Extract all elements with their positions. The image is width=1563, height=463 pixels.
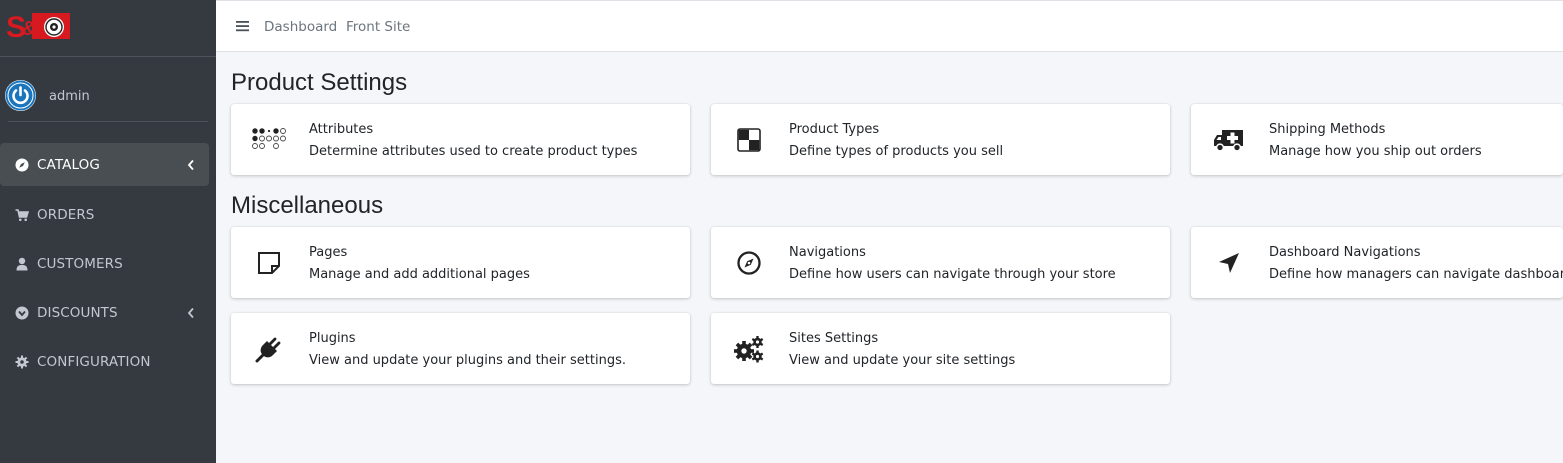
sticky-note-icon (251, 249, 287, 277)
location-arrow-icon (1211, 249, 1247, 277)
user-name[interactable]: admin (49, 89, 90, 104)
card-attributes[interactable]: Attributes Determine attributes used to … (231, 104, 690, 175)
user-icon (16, 257, 28, 270)
card-pages[interactable]: Pages Manage and add additional pages (231, 227, 690, 298)
plug-icon (251, 335, 287, 363)
compass-icon (15, 158, 29, 171)
card-plugins[interactable]: Plugins View and update your plugins and… (231, 313, 690, 384)
sidebar-item-label: DISCOUNTS (37, 304, 118, 321)
compass-outline-icon (731, 249, 767, 277)
sidebar-item-discounts[interactable]: DISCOUNTS (0, 288, 209, 337)
brand: S & (0, 0, 216, 57)
card-title: Sites Settings (789, 331, 879, 346)
card-description: Manage how you ship out orders (1269, 144, 1482, 159)
user-panel: admin (0, 58, 216, 122)
sidebar-item-catalog[interactable]: CATALOG (0, 143, 209, 186)
sidebar-item-label: CONFIGURATION (37, 353, 151, 370)
hamburger-menu-icon[interactable] (236, 19, 250, 33)
brand-logo[interactable]: S & (6, 8, 72, 44)
card-title: Dashboard Navigations (1269, 245, 1421, 260)
dots-grid-icon (251, 126, 287, 154)
card-title: Navigations (789, 245, 866, 260)
card-description: Define how users can navigate through yo… (789, 267, 1116, 282)
sidebar-nav: CATALOG ORDERS CUSTOMERS DISCOUNTS CONFI… (0, 141, 216, 386)
card-shipping-methods[interactable]: Shipping Methods Manage how you ship out… (1191, 104, 1563, 175)
chevron-left-icon (187, 159, 194, 170)
sidebar-item-customers[interactable]: CUSTOMERS (0, 239, 209, 288)
card-title: Product Types (789, 122, 880, 137)
section-title-product-settings: Product Settings (231, 69, 408, 96)
gear-icon (15, 355, 29, 368)
sidebar: S & admin CATALOG ORDERS CUSTOMERS DISCO… (0, 0, 216, 463)
card-title: Plugins (309, 331, 356, 346)
card-description: Define types of products you sell (789, 144, 1004, 159)
card-title: Attributes (309, 122, 374, 137)
sidebar-item-label: CATALOG (37, 156, 100, 173)
gears-icon (731, 335, 767, 363)
power-icon (5, 80, 36, 111)
avatar[interactable] (5, 80, 36, 111)
sidebar-item-orders[interactable]: ORDERS (0, 190, 209, 239)
divider (8, 121, 208, 122)
card-navigations[interactable]: Navigations Define how users can navigat… (711, 227, 1170, 298)
ambulance-truck-icon (1211, 126, 1247, 154)
nav-link-front-site[interactable]: Front Site (346, 19, 410, 35)
card-dashboard-navigations[interactable]: Dashboard Navigations Define how manager… (1191, 227, 1563, 298)
card-title: Shipping Methods (1269, 122, 1386, 137)
card-description: Manage and add additional pages (309, 267, 530, 282)
topbar: Dashboard Front Site (216, 0, 1563, 52)
card-title: Pages (309, 245, 348, 260)
card-description: View and update your plugins and their s… (309, 353, 626, 368)
tag-circle-icon (15, 306, 29, 319)
chevron-left-icon (187, 307, 194, 318)
sidebar-item-label: CUSTOMERS (37, 255, 123, 272)
sidebar-item-configuration[interactable]: CONFIGURATION (0, 337, 209, 386)
section-title-miscellaneous: Miscellaneous (231, 192, 384, 219)
card-description: Define how managers can navigate dashboa… (1269, 267, 1563, 282)
logo-image: S & (6, 11, 70, 44)
svg-text:&: & (22, 18, 36, 40)
checker-square-icon (731, 126, 767, 154)
card-description: Determine attributes used to create prod… (309, 144, 638, 159)
card-sites-settings[interactable]: Sites Settings View and update your site… (711, 313, 1170, 384)
card-description: View and update your site settings (789, 353, 1016, 368)
card-product-types[interactable]: Product Types Define types of products y… (711, 104, 1170, 175)
sidebar-item-label: ORDERS (37, 206, 95, 223)
cart-icon (15, 208, 29, 221)
nav-link-dashboard[interactable]: Dashboard (264, 19, 337, 35)
